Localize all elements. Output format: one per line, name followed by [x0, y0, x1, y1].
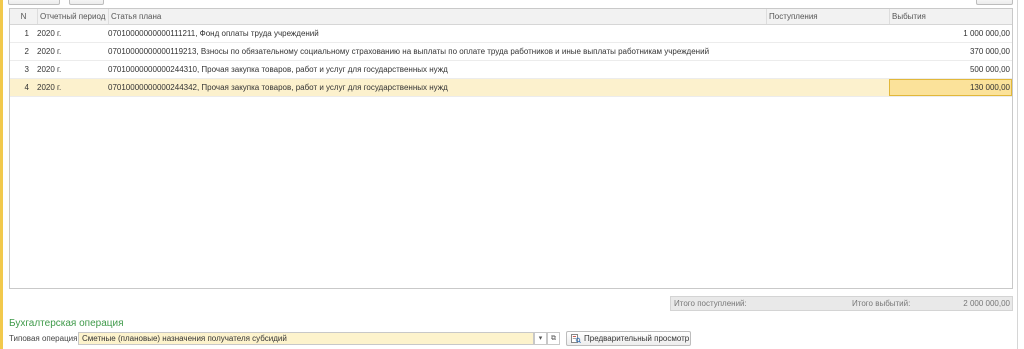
total-outflow-label: Итого выбытий: [852, 299, 911, 308]
move-button[interactable] [69, 0, 104, 5]
row-outflow: 500 000,00 [969, 65, 1010, 74]
plan-table[interactable]: N Отчетный период Статья плана Поступлен… [9, 8, 1013, 289]
preview-document-icon [571, 334, 581, 343]
open-form-icon[interactable]: ⧉ [547, 332, 560, 345]
row-period: 2020 г. [37, 47, 62, 56]
table-row[interactable]: 2 2020 г. 07010000000000119213, Взносы п… [10, 43, 1012, 61]
row-article: 07010000000000119213, Взносы по обязател… [108, 47, 710, 56]
column-header-income[interactable]: Поступления [766, 9, 889, 24]
row-outflow: 370 000,00 [969, 47, 1010, 56]
accounting-section-title: Бухгалтерская операция [9, 318, 124, 329]
window-left-accent [0, 0, 3, 349]
table-row-selected[interactable]: 4 2020 г. 07010000000000244342, Прочая з… [10, 79, 1012, 97]
row-outflow[interactable]: 130 000,00 [889, 79, 1010, 96]
operation-input[interactable]: Сметные (плановые) назначения получателя… [78, 332, 534, 345]
row-period: 2020 г. [37, 29, 62, 38]
row-outflow: 1 000 000,00 [963, 29, 1010, 38]
table-row[interactable]: 3 2020 г. 07010000000000244310, Прочая з… [10, 61, 1012, 79]
total-income-label: Итого поступлений: [674, 299, 747, 308]
column-header-period[interactable]: Отчетный период [37, 9, 108, 24]
row-article: 07010000000000244310, Прочая закупка тов… [108, 65, 448, 74]
total-outflow-value: 2 000 000,00 [963, 299, 1010, 308]
row-number: 4 [24, 83, 29, 92]
column-header-article[interactable]: Статья плана [108, 9, 766, 24]
row-number: 2 [24, 47, 29, 56]
row-period: 2020 г. [37, 65, 62, 74]
preview-button-label: Предварительный просмотр [584, 334, 690, 343]
preview-button[interactable]: Предварительный просмотр [566, 331, 691, 346]
table-header: N Отчетный период Статья плана Поступлен… [10, 9, 1012, 25]
total-income-value [771, 297, 831, 310]
row-period: 2020 г. [37, 83, 62, 92]
row-article: 07010000000000244342, Прочая закупка тов… [108, 83, 448, 92]
column-header-n[interactable]: N [10, 9, 37, 24]
more-button[interactable] [976, 0, 1013, 5]
row-number: 1 [24, 29, 29, 38]
row-article: 07010000000000111211, Фонд оплаты труда … [108, 29, 319, 38]
totals-bar: Итого поступлений: Итого выбытий: 2 000 … [670, 296, 1013, 311]
row-income [766, 25, 887, 42]
table-row[interactable]: 1 2020 г. 07010000000000111211, Фонд опл… [10, 25, 1012, 43]
row-income [766, 43, 887, 60]
scrollbar-track[interactable] [1017, 0, 1018, 349]
chevron-down-icon[interactable]: ▾ [534, 332, 547, 345]
row-income [766, 61, 887, 78]
row-number: 3 [24, 65, 29, 74]
column-header-outflow[interactable]: Выбытия [889, 9, 1012, 24]
operation-label: Типовая операция: [9, 334, 80, 343]
add-button[interactable] [8, 0, 60, 5]
row-income [766, 79, 887, 96]
